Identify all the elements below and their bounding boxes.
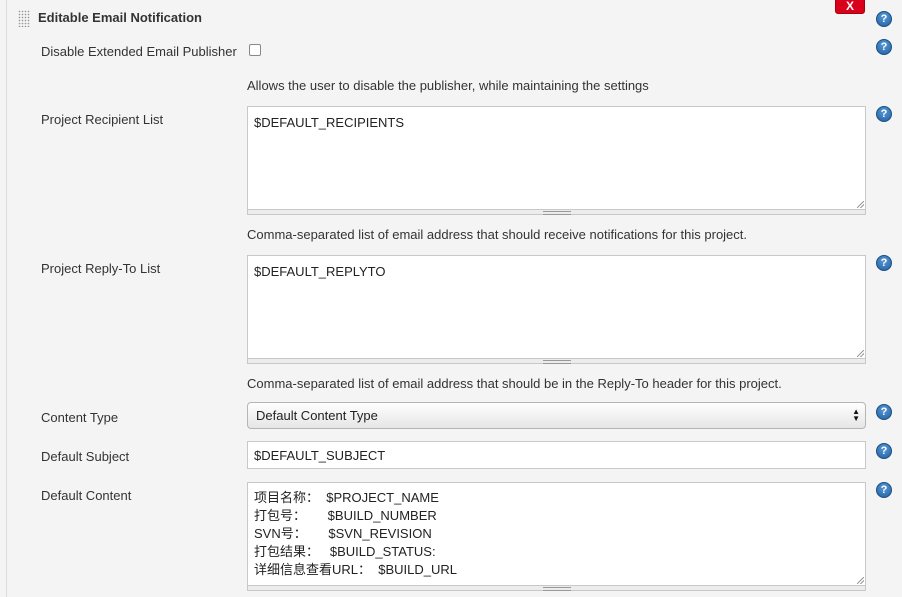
resize-corner-icon[interactable] xyxy=(857,350,864,357)
recipient-list-description: Comma-separated list of email address th… xyxy=(247,227,748,242)
delete-section-button[interactable]: X xyxy=(835,0,865,14)
content-type-selected: Default Content Type xyxy=(256,408,378,423)
reply-to-list-grabber[interactable] xyxy=(247,358,866,364)
disable-publisher-description: Allows the user to disable the publisher… xyxy=(247,78,649,93)
resize-corner-icon[interactable] xyxy=(857,201,864,208)
section-left-rail xyxy=(6,0,7,597)
default-content-grabber[interactable] xyxy=(247,585,866,591)
content-type-select[interactable]: Default Content Type ▲ ▼ xyxy=(247,402,866,429)
default-content-textarea[interactable]: 项目名称： $PROJECT_NAME 打包号： $BUILD_NUMBER S… xyxy=(247,482,866,586)
help-icon[interactable]: ? xyxy=(876,482,892,498)
resize-corner-icon[interactable] xyxy=(857,577,864,584)
disable-publisher-label: Disable Extended Email Publisher xyxy=(41,44,237,59)
help-icon[interactable]: ? xyxy=(876,39,892,55)
help-icon[interactable]: ? xyxy=(876,404,892,420)
help-icon[interactable]: ? xyxy=(876,106,892,122)
default-content-label: Default Content xyxy=(41,488,132,503)
help-icon[interactable]: ? xyxy=(876,11,892,27)
drag-handle-icon[interactable] xyxy=(18,10,30,27)
reply-to-list-label: Project Reply-To List xyxy=(41,261,161,276)
default-subject-label: Default Subject xyxy=(41,449,130,464)
select-arrows-icon: ▲ ▼ xyxy=(852,407,860,423)
reply-to-list-description: Comma-separated list of email address th… xyxy=(247,376,782,391)
recipient-list-label: Project Recipient List xyxy=(41,112,164,127)
recipient-list-grabber[interactable] xyxy=(247,209,866,215)
recipient-list-textarea[interactable]: $DEFAULT_RECIPIENTS xyxy=(247,106,866,210)
disable-publisher-checkbox[interactable] xyxy=(249,44,261,56)
content-type-label: Content Type xyxy=(41,410,119,425)
help-icon[interactable]: ? xyxy=(876,443,892,459)
help-icon[interactable]: ? xyxy=(876,255,892,271)
reply-to-list-textarea[interactable]: $DEFAULT_REPLYTO xyxy=(247,255,866,359)
section-title: Editable Email Notification xyxy=(38,10,202,25)
default-subject-input[interactable]: $DEFAULT_SUBJECT xyxy=(247,441,866,469)
